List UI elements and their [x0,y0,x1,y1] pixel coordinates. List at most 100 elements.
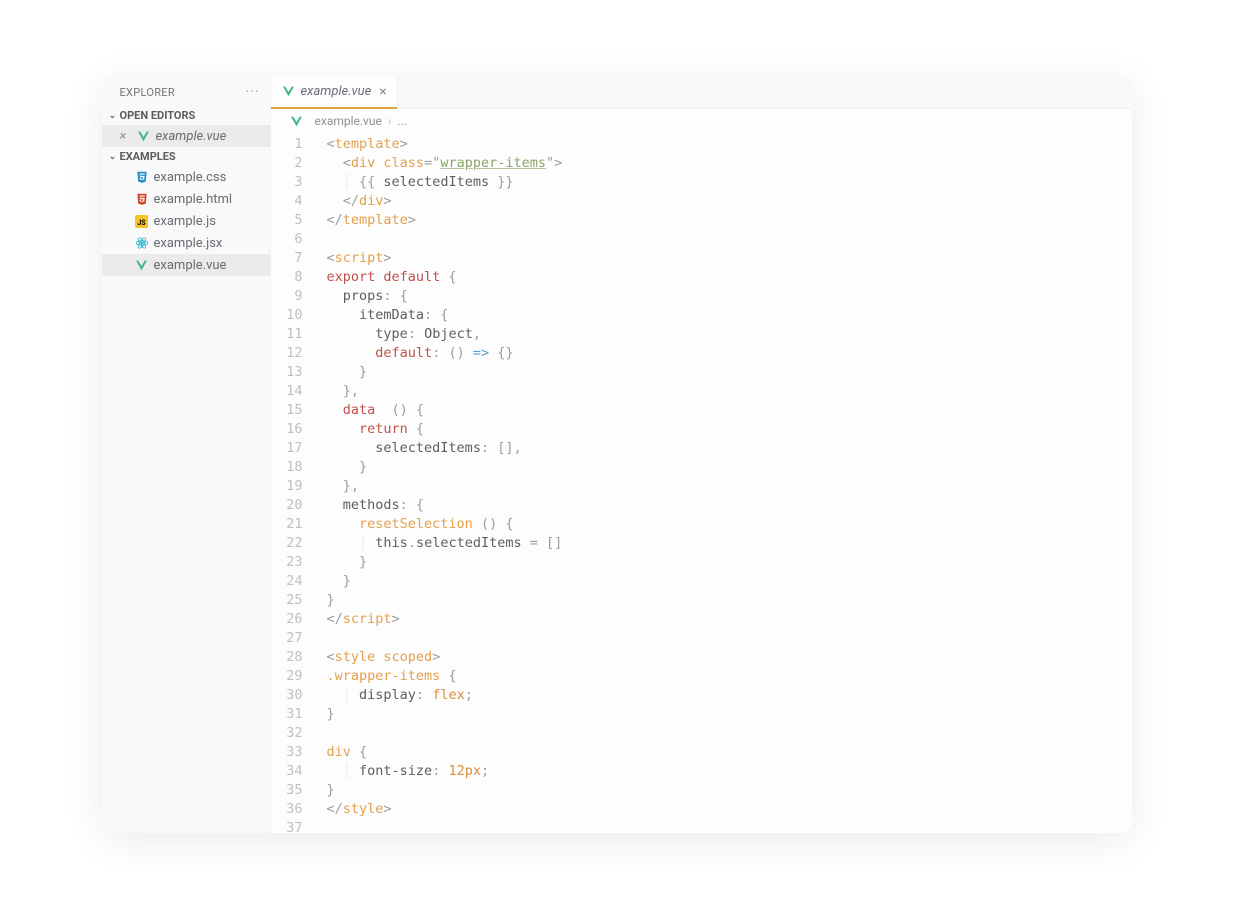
project-file-list: example.css example.html JSexample.js examp… [102,166,270,276]
line-number: 19 [271,477,303,496]
line-number: 15 [271,401,303,420]
line-number: 14 [271,382,303,401]
line-number: 3 [271,173,303,192]
code-content[interactable]: <template> <div class="wrapper-items"> │… [321,135,1132,833]
code-line[interactable]: data () { [327,401,1132,420]
code-line[interactable]: selectedItems: [], [327,439,1132,458]
js-icon: JS [134,213,150,229]
code-line[interactable]: </template> [327,211,1132,230]
code-line[interactable]: } [327,458,1132,477]
chevron-down-icon: ⌄ [108,152,118,162]
code-line[interactable]: itemData: { [327,306,1132,325]
line-number: 32 [271,724,303,743]
code-line[interactable]: } [327,572,1132,591]
code-line[interactable]: <script> [327,249,1132,268]
code-line[interactable]: │ this.selectedItems = [] [327,534,1132,553]
file-name-label: example.html [154,192,233,207]
code-line[interactable]: │ display: flex; [327,686,1132,705]
line-number: 16 [271,420,303,439]
code-line[interactable] [327,629,1132,648]
code-line[interactable]: } [327,553,1132,572]
code-line[interactable]: </style> [327,800,1132,819]
react-icon [134,235,150,251]
project-header[interactable]: ⌄ EXAMPLES [102,147,270,166]
line-number: 18 [271,458,303,477]
open-editor-item[interactable]: × example.vue [102,125,270,147]
close-icon[interactable]: × [379,84,386,100]
vue-icon [289,113,305,129]
code-line[interactable]: │ font-size: 12px; [327,762,1132,781]
file-item[interactable]: example.css [102,166,270,188]
code-line[interactable]: props: { [327,287,1132,306]
file-name-label: example.vue [154,258,227,273]
line-number: 8 [271,268,303,287]
code-line[interactable] [327,230,1132,249]
vue-icon [134,257,150,273]
chevron-down-icon: ⌄ [108,111,118,121]
line-number: 6 [271,230,303,249]
code-line[interactable]: } [327,705,1132,724]
file-item[interactable]: example.jsx [102,232,270,254]
line-number: 25 [271,591,303,610]
close-icon[interactable]: × [120,129,134,144]
code-line[interactable]: }, [327,382,1132,401]
explorer-header: EXPLORER ··· [102,75,270,106]
code-line[interactable]: │ {{ selectedItems }} [327,173,1132,192]
breadcrumb-rest: ... [397,114,407,128]
code-line[interactable]: resetSelection () { [327,515,1132,534]
file-name-label: example.jsx [154,236,223,251]
code-line[interactable]: div { [327,743,1132,762]
line-number: 17 [271,439,303,458]
code-line[interactable]: .wrapper-items { [327,667,1132,686]
code-line[interactable]: } [327,363,1132,382]
line-number: 21 [271,515,303,534]
code-line[interactable]: } [327,781,1132,800]
breadcrumb[interactable]: example.vue › ... [271,109,1132,133]
code-line[interactable]: type: Object, [327,325,1132,344]
line-number: 34 [271,762,303,781]
line-number: 22 [271,534,303,553]
line-number: 23 [271,553,303,572]
line-number: 10 [271,306,303,325]
file-name-label: example.css [154,170,227,185]
code-line[interactable] [327,724,1132,743]
css-icon [134,169,150,185]
line-number: 35 [271,781,303,800]
line-number: 5 [271,211,303,230]
code-line[interactable]: </div> [327,192,1132,211]
open-editors-label: OPEN EDITORS [120,109,196,122]
code-line[interactable]: return { [327,420,1132,439]
code-line[interactable]: <template> [327,135,1132,154]
line-number: 13 [271,363,303,382]
code-line[interactable]: default: () => {} [327,344,1132,363]
editor-area: example.vue× example.vue › ... 123456789… [271,75,1132,833]
line-number-gutter: 1234567891011121314151617181920212223242… [271,135,321,833]
line-number: 26 [271,610,303,629]
line-number: 30 [271,686,303,705]
more-actions-icon[interactable]: ··· [246,84,260,100]
project-label: EXAMPLES [120,150,176,163]
code-line[interactable]: <style scoped> [327,648,1132,667]
open-editors-header[interactable]: ⌄ OPEN EDITORS [102,106,270,125]
code-line[interactable]: <div class="wrapper-items"> [327,154,1132,173]
line-number: 4 [271,192,303,211]
code-line[interactable] [327,819,1132,833]
code-line[interactable]: export default { [327,268,1132,287]
vue-icon [136,128,152,144]
code-line[interactable]: </script> [327,610,1132,629]
code-line[interactable]: } [327,591,1132,610]
explorer-sidebar: EXPLORER ··· ⌄ OPEN EDITORS × example.vue… [102,75,271,833]
file-name-label: example.vue [156,129,227,144]
code-line[interactable]: methods: { [327,496,1132,515]
line-number: 24 [271,572,303,591]
file-item[interactable]: JSexample.js [102,210,270,232]
file-item[interactable]: example.html [102,188,270,210]
explorer-title: EXPLORER [120,86,175,99]
file-item[interactable]: example.vue [102,254,270,276]
code-area[interactable]: 1234567891011121314151617181920212223242… [271,133,1132,833]
editor-tab[interactable]: example.vue× [271,75,398,108]
line-number: 7 [271,249,303,268]
line-number: 28 [271,648,303,667]
code-line[interactable]: }, [327,477,1132,496]
breadcrumb-file: example.vue [315,114,382,128]
